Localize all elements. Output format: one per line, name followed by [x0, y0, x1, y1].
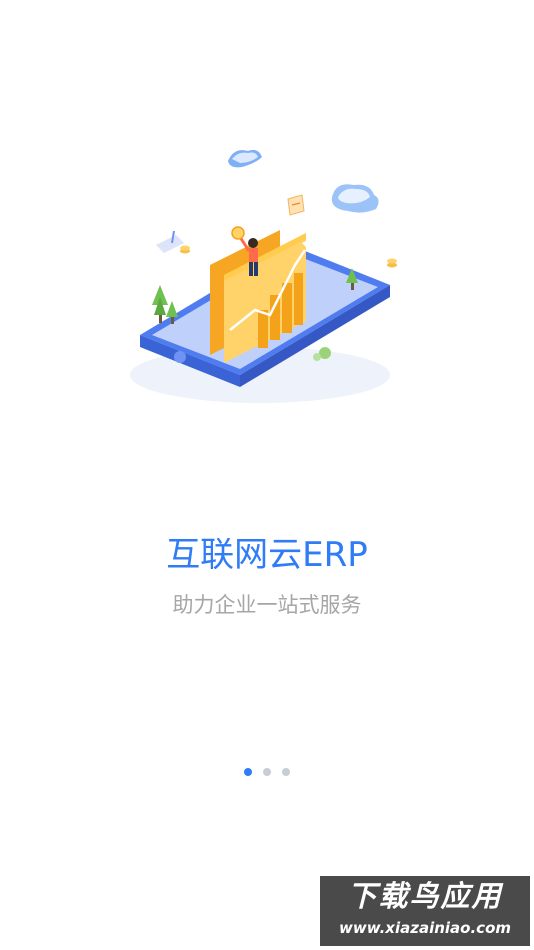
document-icon — [287, 194, 305, 216]
onboarding-screen: 互联网云ERP 助力企业一站式服务 下载鸟应用 www.xiazainiao.c… — [0, 0, 534, 950]
cloud-icon-top — [228, 149, 262, 168]
page-indicator — [0, 768, 534, 776]
watermark-title: 下载鸟应用 — [347, 879, 503, 913]
page-title: 互联网云ERP — [166, 535, 368, 575]
page-indicator-dot-3[interactable] — [282, 768, 290, 776]
watermark-logo: 下载鸟应用 www.xiazainiao.com — [320, 876, 530, 946]
cloud-icon-right — [331, 184, 379, 213]
coin-stack-icon-left — [180, 245, 190, 254]
mini-chart-icon — [156, 230, 184, 253]
coin-stack-icon-right — [387, 258, 397, 268]
page-indicator-dot-2[interactable] — [263, 768, 271, 776]
watermark-url: www.xiazainiao.com — [338, 919, 512, 937]
page-indicator-dot-1[interactable] — [244, 768, 252, 776]
page-subtitle: 助力企业一站式服务 — [172, 593, 362, 617]
phone-growth-chart-illustration — [130, 149, 397, 403]
